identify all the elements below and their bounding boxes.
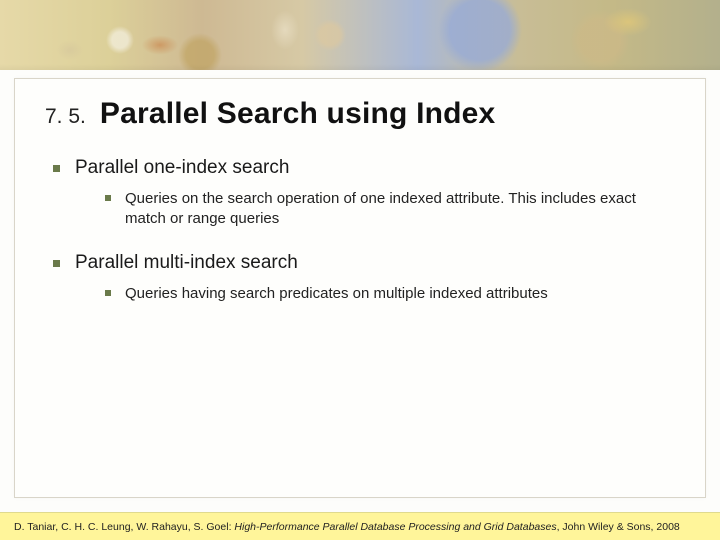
- slide-title: Parallel Search using Index: [100, 97, 496, 131]
- list-item: Parallel one-index search Queries on the…: [53, 157, 693, 230]
- footer-citation: D. Taniar, C. H. C. Leung, W. Rahayu, S.…: [14, 521, 680, 533]
- sub-bullet-text: Queries on the search operation of one i…: [125, 190, 636, 227]
- sub-list: Queries having search predicates on mult…: [105, 284, 693, 304]
- bullet-text: Parallel one-index search: [75, 157, 289, 178]
- footer-bar: D. Taniar, C. H. C. Leung, W. Rahayu, S.…: [0, 512, 720, 540]
- footer-publisher: , John Wiley & Sons, 2008: [557, 521, 680, 533]
- slide: 7. 5. Parallel Search using Index Parall…: [0, 0, 720, 540]
- bullet-list: Parallel one-index search Queries on the…: [53, 157, 693, 304]
- sub-list-item: Queries on the search operation of one i…: [105, 189, 645, 230]
- sub-list-item: Queries having search predicates on mult…: [105, 284, 645, 304]
- section-number: 7. 5.: [45, 105, 86, 129]
- footer-authors: D. Taniar, C. H. C. Leung, W. Rahayu, S.…: [14, 521, 234, 533]
- sub-bullet-text: Queries having search predicates on mult…: [125, 285, 548, 302]
- bullet-text: Parallel multi-index search: [75, 252, 298, 273]
- title-row: 7. 5. Parallel Search using Index: [45, 97, 693, 131]
- decorative-banner: [0, 0, 720, 70]
- list-item: Parallel multi-index search Queries havi…: [53, 252, 693, 304]
- footer-book-title: High-Performance Parallel Database Proce…: [234, 521, 556, 533]
- content-frame: 7. 5. Parallel Search using Index Parall…: [14, 78, 706, 498]
- sub-list: Queries on the search operation of one i…: [105, 189, 693, 230]
